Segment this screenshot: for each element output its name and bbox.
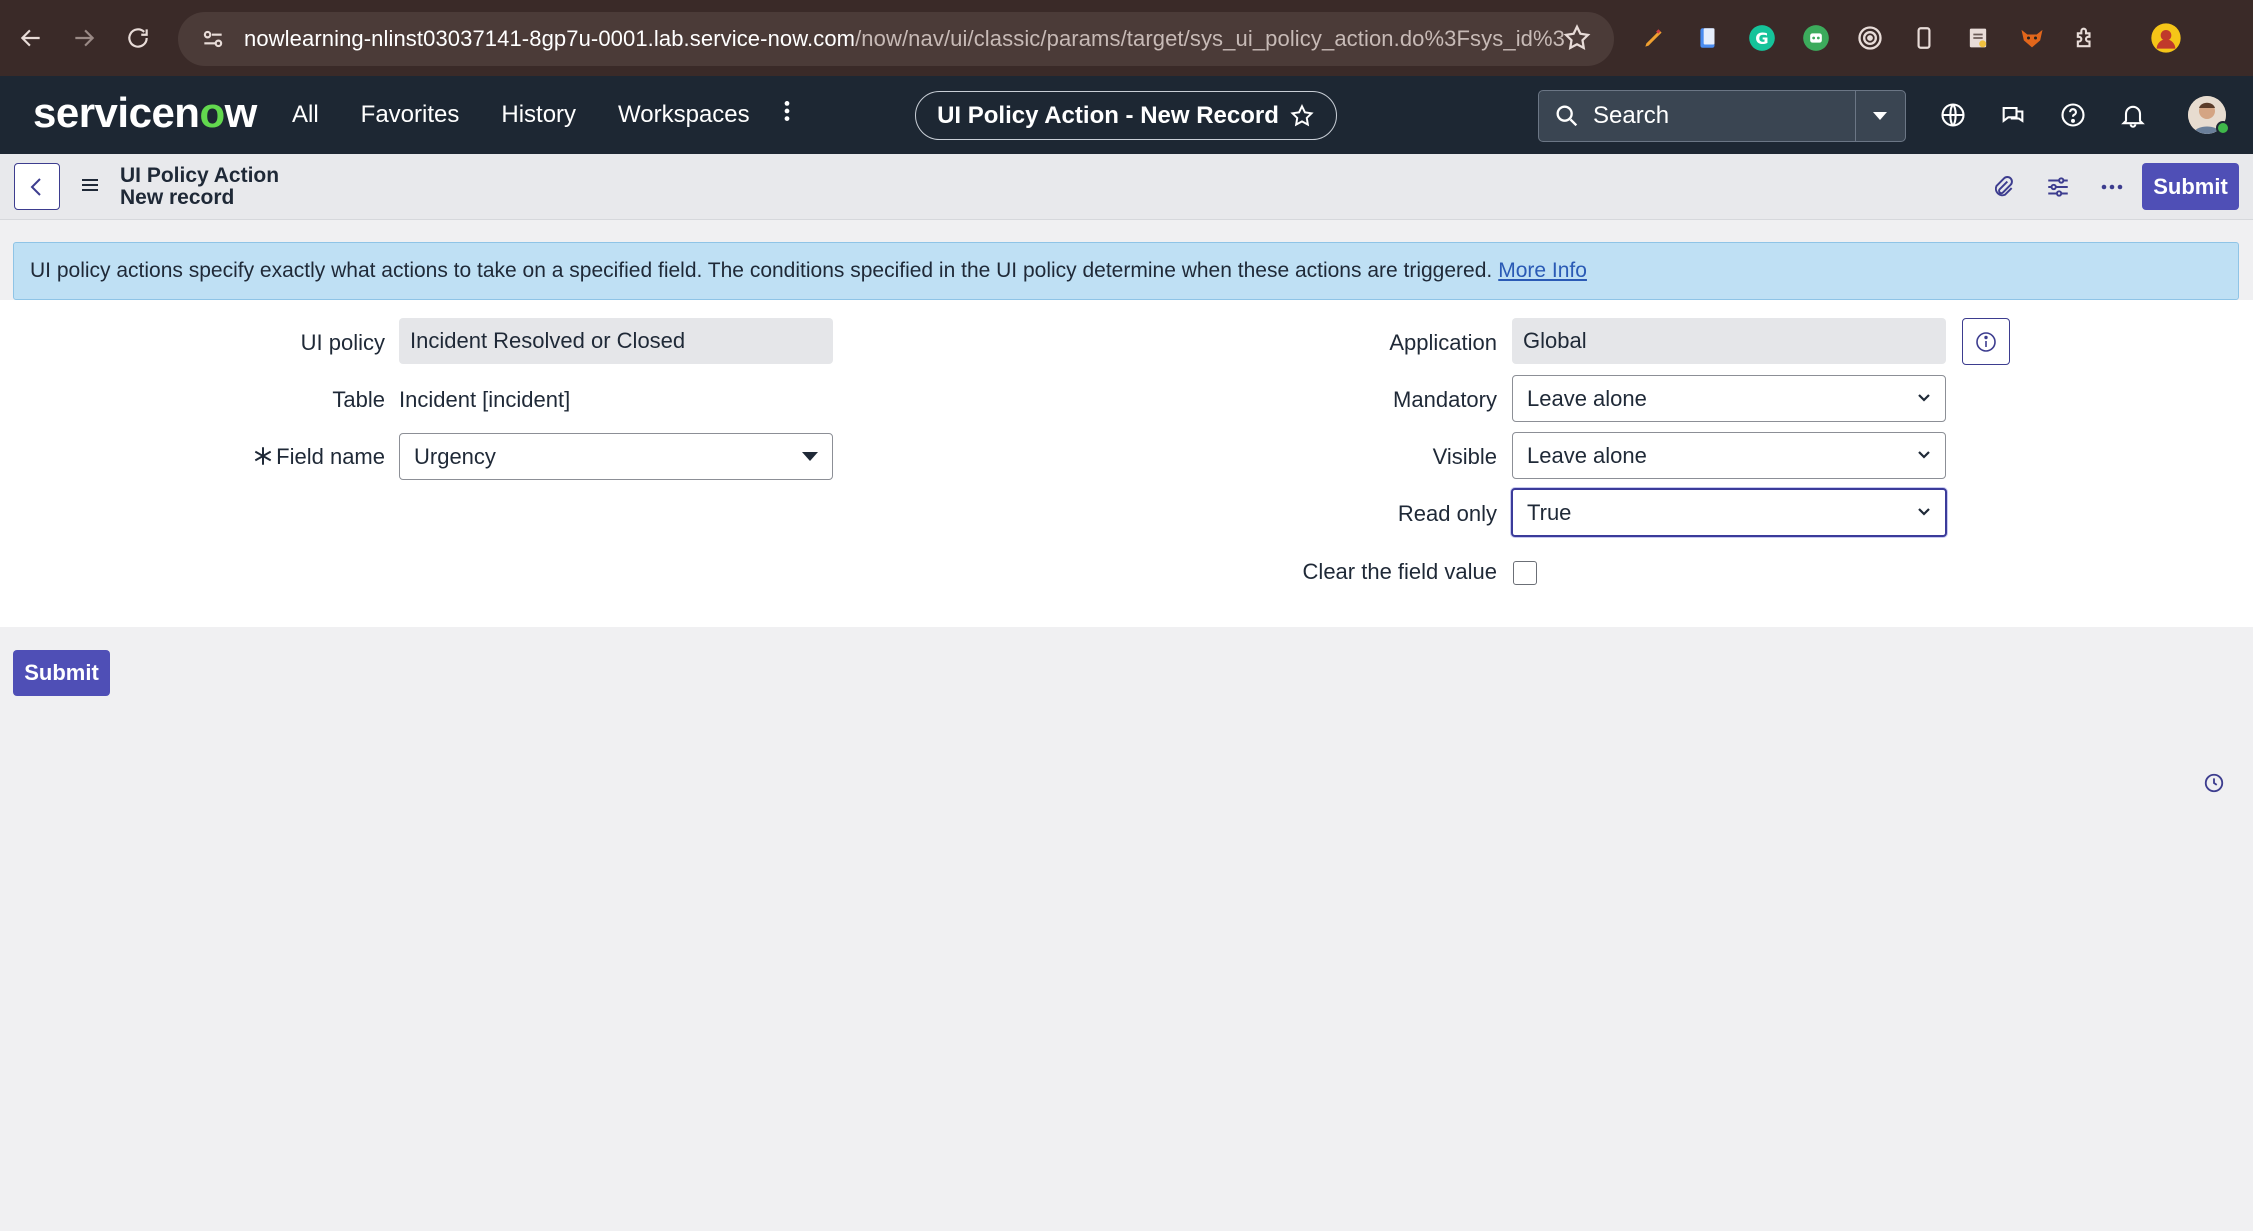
menu-history[interactable]: History bbox=[501, 101, 576, 129]
more-menu-icon[interactable] bbox=[782, 98, 792, 132]
chat-icon[interactable] bbox=[1998, 100, 2028, 130]
read-only-select[interactable]: True bbox=[1511, 488, 1947, 537]
table-value: Incident [incident] bbox=[399, 387, 571, 412]
response-time-clock-icon[interactable] bbox=[2203, 772, 2225, 794]
clear-field-value-checkbox[interactable] bbox=[1513, 561, 1537, 585]
pen-extension-icon[interactable] bbox=[1638, 22, 1670, 54]
dropdown-caret-icon bbox=[802, 452, 818, 461]
menu-workspaces[interactable]: Workspaces bbox=[618, 101, 750, 129]
form-title: UI Policy Action bbox=[120, 164, 280, 187]
address-bar[interactable]: nowlearning-nlinst03037141-8gp7u-0001.la… bbox=[178, 12, 1614, 66]
more-info-link[interactable]: More Info bbox=[1498, 259, 1587, 283]
phone-extension-icon[interactable] bbox=[1908, 22, 1940, 54]
ui-policy-label: UI policy bbox=[300, 330, 385, 355]
profile-avatar-icon[interactable] bbox=[2150, 22, 2182, 54]
note-extension-icon[interactable] bbox=[1962, 22, 1994, 54]
help-icon[interactable] bbox=[2058, 100, 2088, 130]
search-icon bbox=[1553, 102, 1581, 130]
chevron-down-icon bbox=[1918, 394, 1930, 402]
bookmark-star-icon[interactable] bbox=[1562, 23, 1594, 55]
robot-extension-icon[interactable] bbox=[1800, 22, 1832, 54]
banner-text: UI policy actions specify exactly what a… bbox=[30, 259, 1493, 282]
back-arrow-icon[interactable] bbox=[11, 18, 51, 58]
submit-button-top[interactable]: Submit bbox=[2142, 163, 2239, 210]
grammarly-icon[interactable]: G bbox=[1746, 22, 1778, 54]
chevron-down-icon bbox=[1918, 508, 1930, 516]
search-input[interactable]: Search bbox=[1593, 102, 1669, 130]
application-field[interactable]: Global bbox=[1512, 318, 1946, 364]
global-search[interactable]: Search bbox=[1538, 90, 1906, 142]
form-title-block: UI Policy Action New record bbox=[120, 165, 279, 209]
extensions-puzzle-icon[interactable] bbox=[2070, 22, 2102, 54]
chevron-down-icon bbox=[1918, 451, 1930, 459]
field-name-label: Field name bbox=[276, 444, 385, 469]
target-extension-icon[interactable] bbox=[1854, 22, 1886, 54]
favorite-star-icon[interactable] bbox=[1289, 103, 1315, 129]
field-name-value: Urgency bbox=[414, 443, 496, 469]
visible-select[interactable]: Leave alone bbox=[1512, 432, 1946, 479]
context-menu-icon[interactable] bbox=[80, 175, 102, 197]
mandatory-label: Mandatory bbox=[1393, 387, 1497, 412]
url-text: nowlearning-nlinst03037141-8gp7u-0001.la… bbox=[244, 26, 1564, 51]
context-title: UI Policy Action - New Record bbox=[937, 101, 1279, 129]
application-info-button[interactable] bbox=[1962, 318, 2010, 365]
reload-icon[interactable] bbox=[118, 18, 158, 58]
notifications-bell-icon[interactable] bbox=[2118, 100, 2148, 130]
submit-button-bottom[interactable]: Submit bbox=[13, 650, 110, 696]
site-settings-icon[interactable] bbox=[196, 22, 230, 56]
personalize-sliders-icon[interactable] bbox=[2043, 172, 2073, 202]
fox-extension-icon[interactable] bbox=[2016, 22, 2048, 54]
servicenow-logo[interactable]: servicen o w bbox=[33, 88, 257, 138]
globe-icon[interactable] bbox=[1938, 100, 1968, 130]
field-name-select[interactable]: Urgency bbox=[399, 433, 833, 480]
clear-field-value-label: Clear the field value bbox=[1302, 559, 1497, 584]
more-options-icon[interactable] bbox=[2097, 172, 2127, 202]
read-only-label: Read only bbox=[1397, 501, 1497, 526]
presence-indicator bbox=[2216, 121, 2230, 135]
document-extension-icon[interactable] bbox=[1692, 22, 1724, 54]
form-subtitle: New record bbox=[120, 186, 235, 209]
application-label: Application bbox=[1389, 330, 1497, 355]
context-title-pill[interactable]: UI Policy Action - New Record bbox=[915, 91, 1337, 140]
menu-all[interactable]: All bbox=[292, 101, 319, 129]
mandatory-value: Leave alone bbox=[1527, 385, 1647, 411]
visible-value: Leave alone bbox=[1527, 442, 1647, 468]
info-banner: UI policy actions specify exactly what a… bbox=[13, 242, 2239, 300]
table-label: Table bbox=[332, 387, 385, 412]
main-menu: All Favorites History Workspaces bbox=[292, 76, 792, 154]
mandatory-select[interactable]: Leave alone bbox=[1512, 375, 1946, 422]
visible-label: Visible bbox=[1432, 444, 1497, 469]
back-button[interactable] bbox=[14, 163, 60, 210]
svg-text:G: G bbox=[1755, 29, 1768, 48]
menu-favorites[interactable]: Favorites bbox=[361, 101, 460, 129]
read-only-value: True bbox=[1527, 499, 1572, 525]
browser-toolbar: nowlearning-nlinst03037141-8gp7u-0001.la… bbox=[0, 0, 2253, 76]
form-header: UI Policy Action New record Submit bbox=[0, 154, 2253, 220]
ui-policy-field[interactable]: Incident Resolved or Closed bbox=[399, 318, 833, 364]
search-scope-dropdown[interactable] bbox=[1855, 91, 1905, 141]
servicenow-header: servicen o w All Favorites History Workspa… bbox=[0, 76, 2253, 154]
forward-arrow-icon[interactable] bbox=[64, 18, 104, 58]
attachment-paperclip-icon[interactable] bbox=[1988, 172, 2018, 202]
